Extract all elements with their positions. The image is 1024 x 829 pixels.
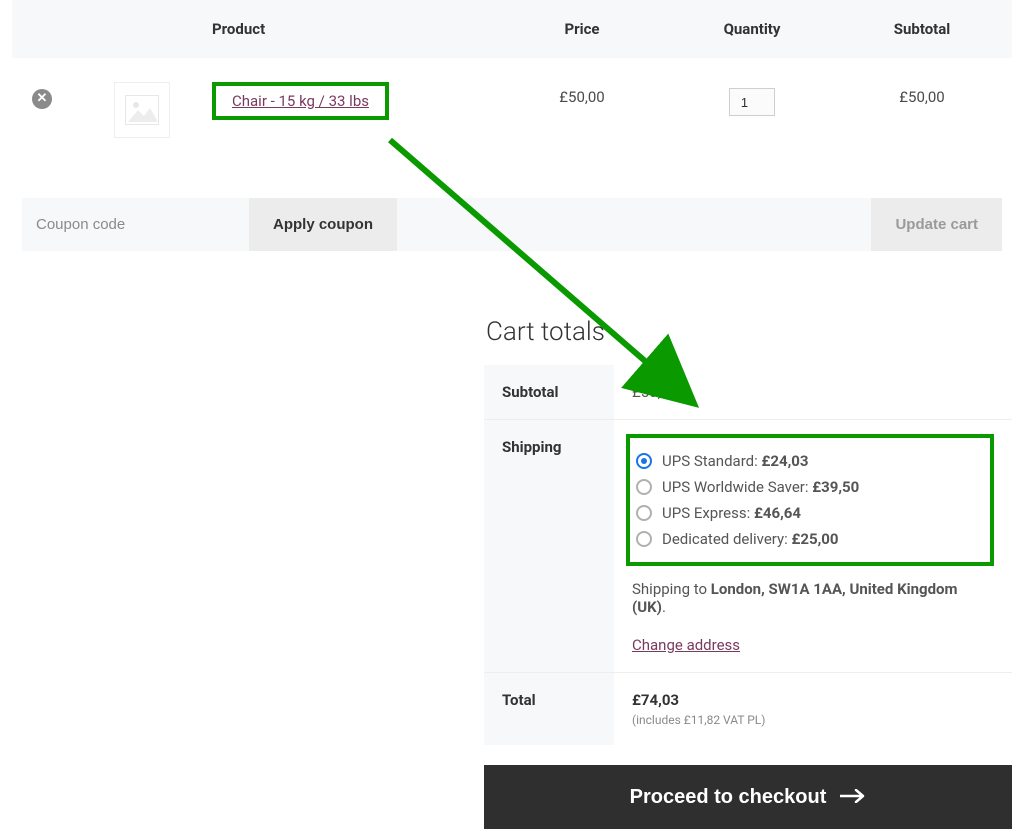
shipping-option-price: £46,64 [754,504,801,522]
apply-coupon-button[interactable]: Apply coupon [249,198,397,251]
tax-note: (includes £11,82 VAT PL) [632,713,994,727]
radio-icon[interactable] [636,505,652,521]
cart-totals-title: Cart totals [486,317,1012,347]
total-label: Total [484,673,614,746]
shipping-options-list: UPS Standard: £24,03 UPS Worldwide Saver:… [636,448,974,552]
header-product: Product [212,0,492,58]
remove-item-button[interactable]: ✕ [32,89,52,109]
shipping-option[interactable]: Dedicated delivery: £25,00 [636,526,974,552]
cart-totals-table: Subtotal £50,00 Shipping UPS Standard: £… [484,365,1012,745]
checkout-label: Proceed to checkout [630,786,827,809]
item-subtotal: £50,00 [832,58,1012,168]
radio-icon[interactable] [636,479,652,495]
shipping-option-price: £25,00 [791,530,838,548]
shipping-option[interactable]: UPS Express: £46,64 [636,500,974,526]
shipping-option-label: Dedicated delivery: £25,00 [662,530,839,548]
placeholder-image-icon [125,95,159,125]
shipping-option-price: £24,03 [761,452,808,470]
arrow-right-icon [840,786,866,809]
product-thumbnail[interactable] [114,82,170,138]
shipping-option[interactable]: UPS Worldwide Saver: £39,50 [636,474,974,500]
subtotal-label: Subtotal [484,365,614,420]
cart-actions-bar: Apply coupon Update cart [22,198,1002,251]
shipping-option-label: UPS Express: £46,64 [662,504,801,522]
cart-row: ✕ Chair - 15 kg / 33 lbs [12,58,1012,168]
coupon-input[interactable] [22,198,249,251]
product-name-highlight: Chair - 15 kg / 33 lbs [212,82,389,120]
shipping-destination: Shipping to London, SW1A 1AA, United Kin… [632,580,994,616]
radio-icon[interactable] [636,531,652,547]
shipping-option-label: UPS Worldwide Saver: £39,50 [662,478,859,496]
item-price: £50,00 [492,58,672,168]
proceed-to-checkout-button[interactable]: Proceed to checkout [484,765,1012,829]
shipping-option-price: £39,50 [812,478,859,496]
shipping-options-highlight: UPS Standard: £24,03 UPS Worldwide Saver:… [626,434,994,566]
cart-table: Product Price Quantity Subtotal ✕ [12,0,1012,281]
subtotal-value: £50,00 [614,365,1012,420]
header-subtotal: Subtotal [832,0,1012,58]
product-link[interactable]: Chair - 15 kg / 33 lbs [232,92,369,110]
shipping-option[interactable]: UPS Standard: £24,03 [636,448,974,474]
radio-icon[interactable] [636,453,652,469]
total-value: £74,03 [632,691,994,709]
change-address-link[interactable]: Change address [632,636,740,654]
update-cart-button[interactable]: Update cart [871,198,1002,251]
quantity-stepper[interactable] [729,88,775,116]
shipping-label: Shipping [484,420,614,673]
shipping-option-label: UPS Standard: £24,03 [662,452,808,470]
header-quantity: Quantity [672,0,832,58]
header-price: Price [492,0,672,58]
